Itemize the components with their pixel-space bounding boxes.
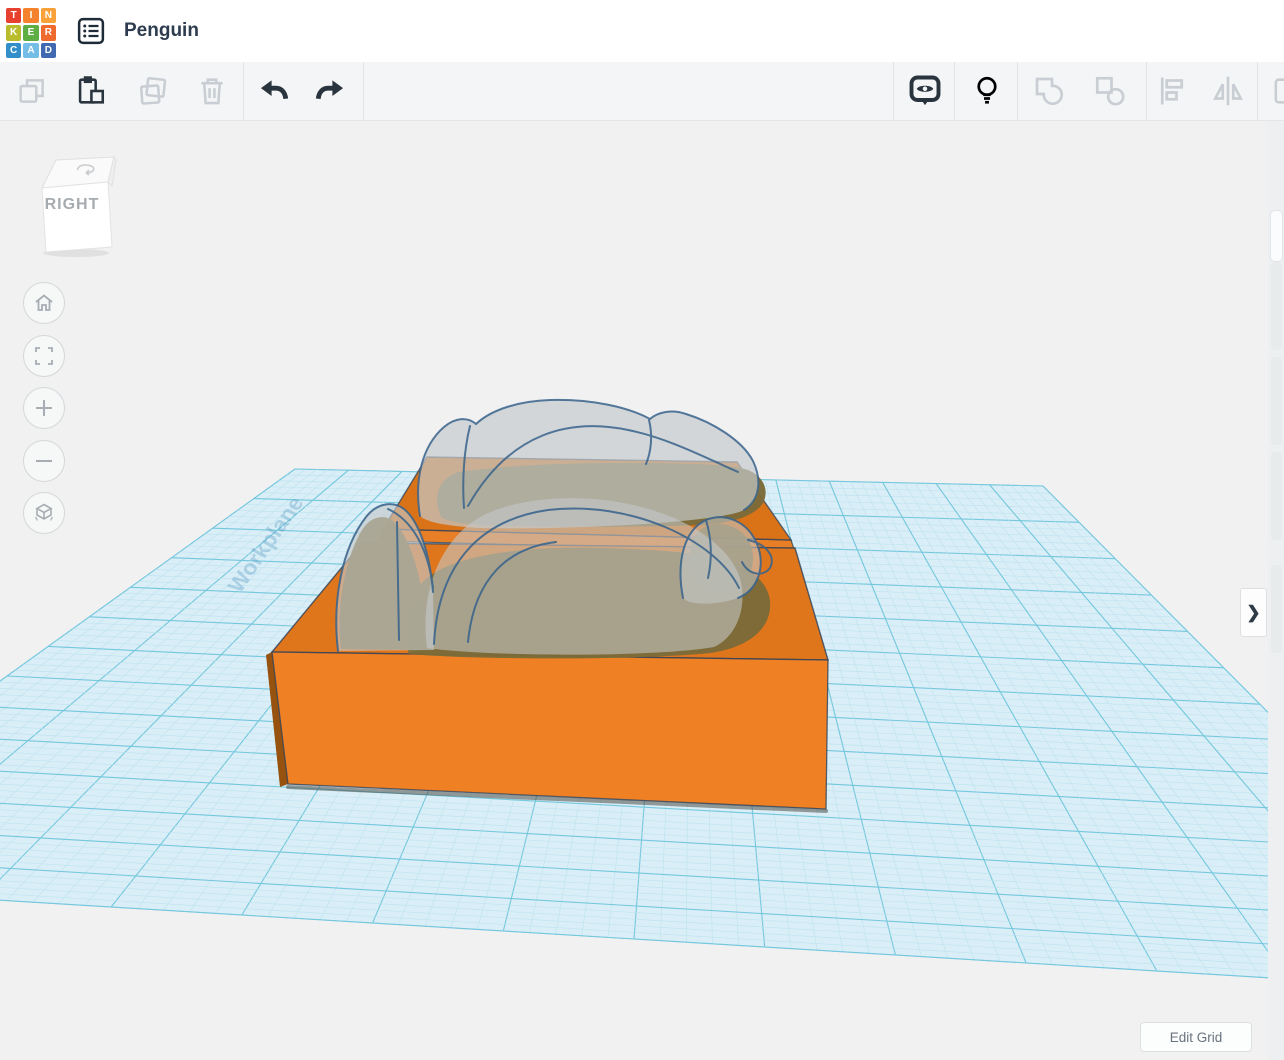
edit-grid-button[interactable]: Edit Grid (1140, 1022, 1252, 1052)
logo-tile: C (6, 42, 22, 58)
panel-item-ghost (1271, 452, 1282, 540)
panel-scrollbar-thumb[interactable] (1270, 210, 1283, 262)
delete-icon[interactable] (192, 71, 232, 111)
panel-item-ghost (1271, 357, 1282, 445)
clipped-edge-icon[interactable] (1270, 71, 1284, 111)
show-all-icon[interactable] (905, 71, 945, 111)
home-view-button[interactable] (23, 282, 65, 324)
zoom-in-button[interactable] (23, 387, 65, 429)
expand-panel-button[interactable]: ❯ (1240, 588, 1267, 637)
logo-tile: K (6, 25, 22, 41)
logo-tile: E (23, 25, 39, 41)
logo-tile: T (6, 8, 22, 24)
toolbar-separator (893, 62, 894, 120)
header-bar: TIN KER CAD Penguin (0, 0, 1284, 63)
toolbar-separator (954, 62, 955, 120)
hide-lightbulb-icon[interactable] (967, 71, 1007, 111)
design-title[interactable]: Penguin (124, 20, 199, 42)
toolbar (0, 62, 1284, 121)
mirror-icon[interactable] (1208, 71, 1248, 111)
logo-tile: A (23, 42, 39, 58)
fit-view-button[interactable] (23, 335, 65, 377)
ungroup-icon[interactable] (1090, 71, 1130, 111)
copy-icon[interactable] (12, 71, 52, 111)
orthographic-toggle-button[interactable] (23, 492, 65, 534)
group-icon[interactable] (1029, 71, 1069, 111)
toolbar-separator (1017, 62, 1018, 120)
undo-icon[interactable] (253, 71, 293, 111)
penguin-hole-front[interactable] (335, 498, 773, 659)
logo-tile: I (23, 8, 39, 24)
zoom-out-button[interactable] (23, 440, 65, 482)
view-cube-face-label[interactable]: RIGHT (40, 196, 104, 214)
panel-item-ghost (1271, 565, 1282, 653)
design-canvas[interactable]: Workplane (0, 0, 1284, 1060)
panel-item-ghost (1271, 262, 1282, 350)
collapsed-panel-strip (1268, 120, 1284, 1060)
view-cube[interactable]: RIGHT (26, 146, 122, 267)
design-menu-icon[interactable] (76, 16, 106, 46)
align-icon[interactable] (1152, 71, 1192, 111)
logo-tile: R (40, 25, 56, 41)
logo-tile: N (40, 8, 56, 24)
redo-icon[interactable] (311, 71, 351, 111)
toolbar-separator (363, 62, 364, 120)
logo-tile: D (40, 42, 56, 58)
tinkercad-logo[interactable]: TIN KER CAD (6, 8, 56, 58)
toolbar-separator (243, 62, 244, 120)
toolbar-separator (1146, 62, 1147, 120)
paste-icon[interactable] (70, 71, 110, 111)
duplicate-icon[interactable] (133, 71, 173, 111)
toolbar-separator (1257, 62, 1258, 120)
